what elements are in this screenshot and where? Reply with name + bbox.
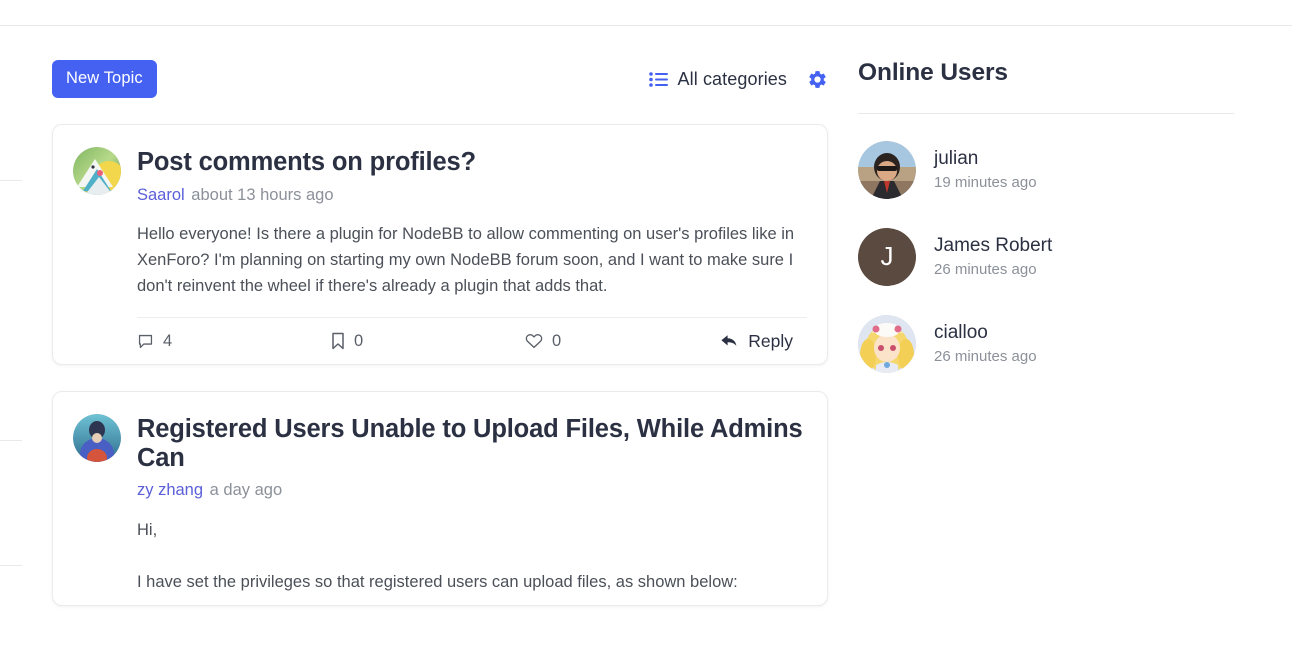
online-user-text: cialloo 26 minutes ago	[934, 323, 1037, 364]
likes-count: 0	[552, 332, 562, 351]
online-users-panel: Online Users julian 19 minutes ago J Jam…	[858, 59, 1234, 399]
james-robert-avatar[interactable]: J	[858, 227, 916, 286]
list-icon	[648, 71, 668, 87]
topic-timestamp: about 13 hours ago	[191, 185, 334, 204]
online-user-name[interactable]: James Robert	[934, 236, 1052, 255]
online-user-timestamp: 26 minutes ago	[934, 348, 1037, 366]
online-users-title: Online Users	[858, 59, 1008, 86]
cialloo-avatar[interactable]	[858, 314, 916, 373]
online-user-timestamp: 19 minutes ago	[934, 174, 1037, 192]
bookmark-icon	[331, 332, 345, 350]
toolbar-right-group: All categories	[648, 68, 828, 90]
comments-count: 4	[163, 332, 173, 351]
header-divider	[0, 25, 1292, 26]
topic-card[interactable]: Registered Users Unable to Upload Files,…	[52, 391, 828, 607]
new-topic-button[interactable]: New Topic	[52, 60, 157, 98]
topic-card[interactable]: Post comments on profiles? Saarol about …	[52, 124, 828, 366]
reply-label: Reply	[748, 330, 793, 351]
likes-action[interactable]: 0	[525, 333, 561, 350]
reply-action[interactable]: Reply	[720, 331, 793, 352]
topic-excerpt-paragraph: I have set the privileges so that regist…	[137, 573, 738, 592]
online-user-timestamp: 26 minutes ago	[934, 261, 1037, 279]
topic-author-link[interactable]: zy zhang	[137, 481, 203, 499]
online-user-name[interactable]: cialloo	[934, 323, 1037, 342]
online-user-text: James Robert 26 minutes ago	[934, 236, 1052, 277]
topic-excerpt: Hi, I have set the privileges so that re…	[73, 517, 807, 595]
topic-header-text: Post comments on profiles? Saarol about …	[137, 147, 807, 205]
topic-meta: zy zhang a day ago	[137, 481, 807, 501]
category-selector-label: All categories	[677, 68, 787, 89]
comment-icon	[137, 333, 154, 350]
topic-excerpt: Hello everyone! Is there a plugin for No…	[73, 221, 807, 299]
topic-timestamp: a day ago	[209, 481, 283, 500]
topic-actions: 4 0 0 Reply	[73, 318, 807, 364]
bookmark-action[interactable]: 0	[331, 332, 363, 350]
topic-author-link[interactable]: Saarol	[137, 186, 185, 204]
left-panel-divider-1	[0, 180, 22, 181]
category-selector[interactable]: All categories	[648, 68, 807, 90]
topic-list-column: New Topic All categories Post comments o…	[52, 60, 828, 607]
topic-header: Post comments on profiles? Saarol about …	[73, 147, 807, 205]
topic-excerpt-paragraph: Hi,	[137, 521, 158, 540]
online-users-list: julian 19 minutes ago J James Robert 26 …	[858, 138, 1234, 376]
comments-action[interactable]: 4	[137, 333, 172, 350]
online-user-item[interactable]: J James Robert 26 minutes ago	[858, 225, 1234, 289]
topic-title[interactable]: Registered Users Unable to Upload Files,…	[137, 415, 807, 472]
online-user-name[interactable]: julian	[934, 149, 1037, 168]
topic-header: Registered Users Unable to Upload Files,…	[73, 414, 807, 501]
topic-title[interactable]: Post comments on profiles?	[137, 148, 807, 177]
topic-excerpt-paragraph: Hello everyone! Is there a plugin for No…	[137, 225, 795, 296]
online-user-text: julian 19 minutes ago	[934, 149, 1037, 190]
julian-avatar[interactable]	[858, 140, 916, 199]
topic-header-text: Registered Users Unable to Upload Files,…	[137, 414, 807, 501]
zy-zhang-avatar[interactable]	[73, 414, 121, 463]
online-user-item[interactable]: julian 19 minutes ago	[858, 138, 1234, 202]
bookmarks-count: 0	[354, 332, 364, 351]
online-user-item[interactable]: cialloo 26 minutes ago	[858, 312, 1234, 376]
topic-meta: Saarol about 13 hours ago	[137, 186, 807, 206]
online-users-divider	[858, 112, 1234, 114]
topic-toolbar: New Topic All categories	[52, 60, 828, 98]
reply-arrow-icon	[720, 333, 739, 349]
saarol-avatar[interactable]	[73, 147, 121, 195]
left-panel-divider-2	[0, 440, 22, 441]
heart-icon	[525, 333, 543, 349]
forum-page: New Topic All categories Post comments o…	[0, 0, 1292, 652]
gear-icon	[807, 69, 828, 90]
category-settings-button[interactable]	[807, 69, 828, 90]
left-panel-divider-3	[0, 565, 22, 566]
